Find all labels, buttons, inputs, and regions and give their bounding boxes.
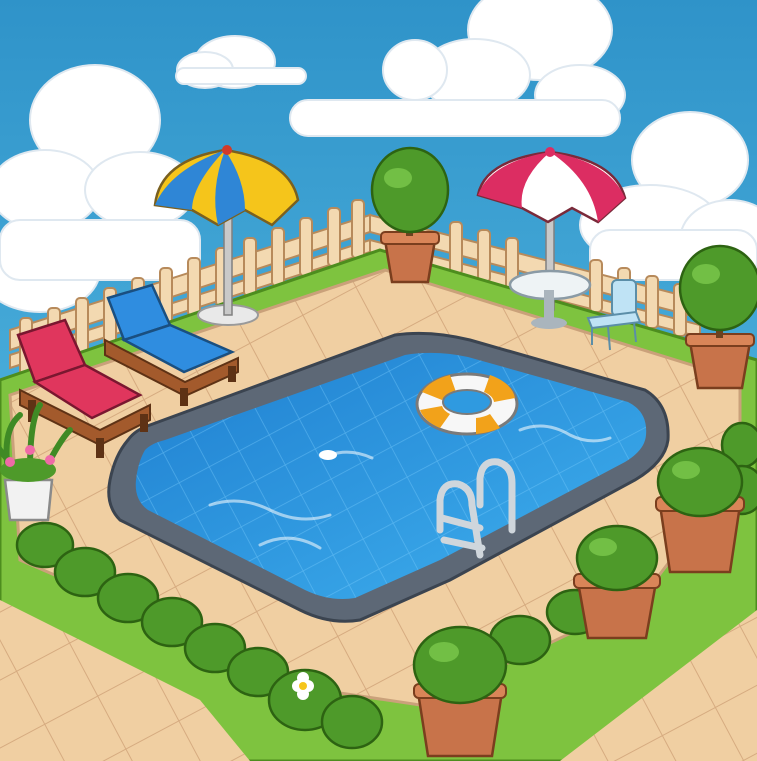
potted-topiary bbox=[655, 446, 745, 574]
swim-ring bbox=[415, 372, 519, 436]
game-scene bbox=[0, 0, 757, 761]
potted-topiary bbox=[573, 524, 661, 640]
potted-topiary bbox=[412, 625, 508, 758]
